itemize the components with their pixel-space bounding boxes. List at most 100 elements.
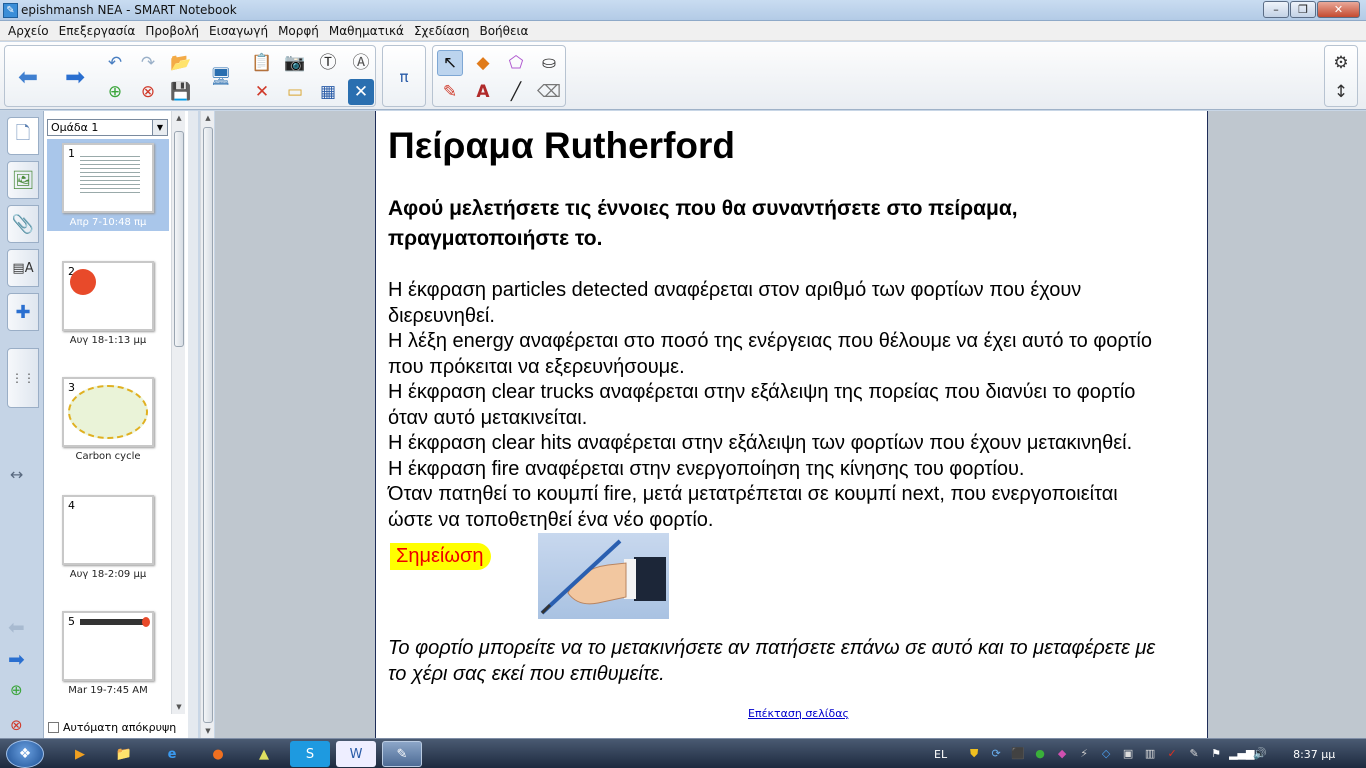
clock[interactable]: 8:37 μμ: [1293, 748, 1335, 761]
page-subtitle[interactable]: Αφού μελετήσετε τις έννοιες που θα συναν…: [388, 194, 1188, 254]
text-icon[interactable]: A: [470, 79, 496, 105]
device-icon[interactable]: ▥: [1141, 746, 1159, 762]
screen-shade-icon[interactable]: ▭: [282, 79, 308, 105]
shapes-icon[interactable]: ◆: [470, 50, 496, 76]
network-signal-icon[interactable]: ▂▄▆: [1229, 746, 1254, 762]
undo-icon[interactable]: ↶: [102, 50, 128, 76]
explorer-icon[interactable]: 📁: [104, 741, 144, 767]
pdf-icon[interactable]: ⬛: [1009, 746, 1027, 762]
page-body-text[interactable]: Η έκφραση particles detected αναφέρεται …: [388, 278, 1152, 533]
page-thumbnail-5[interactable]: 5 Mar 19-7:45 AM: [47, 607, 169, 699]
usb-icon[interactable]: ⚡: [1075, 746, 1093, 762]
page-italic-text[interactable]: Το φορτίο μπορείτε να το μετακινήσετε αν…: [388, 635, 1155, 687]
scrollbar-thumb[interactable]: [174, 131, 184, 347]
menu-file[interactable]: Αρχείο: [3, 24, 54, 38]
resize-sidebar-icon[interactable]: ↔: [10, 465, 23, 484]
paste-icon[interactable]: 📋: [249, 50, 275, 76]
page-title[interactable]: Πείραμα Rutherford: [388, 125, 735, 167]
menu-help[interactable]: Βοήθεια: [474, 24, 533, 38]
screen-display-icon[interactable]: 🖥: [208, 64, 234, 90]
math-pi-icon[interactable]: π: [391, 64, 417, 90]
security-icon[interactable]: ⛊: [965, 746, 983, 762]
scroll-down-icon[interactable]: ▼: [201, 724, 215, 738]
delete-icon[interactable]: ✕: [249, 79, 275, 105]
open-folder-icon[interactable]: 📂: [168, 50, 194, 76]
eraser-tool-icon[interactable]: ⌫: [536, 79, 562, 105]
clipboard-icon[interactable]: ▣: [1119, 746, 1137, 762]
pen-tray-icon[interactable]: ✎: [1185, 746, 1203, 762]
pens-icon[interactable]: ✎: [437, 79, 463, 105]
internet-explorer-icon[interactable]: e: [152, 741, 192, 767]
line-icon[interactable]: ╱: [503, 79, 529, 105]
word-icon[interactable]: W: [336, 741, 376, 767]
select-pointer-icon[interactable]: ↖: [437, 50, 463, 76]
menu-insert[interactable]: Εισαγωγή: [204, 24, 273, 38]
scroll-up-icon[interactable]: ▲: [172, 111, 186, 125]
extend-page-link[interactable]: Επέκταση σελίδας: [748, 707, 849, 720]
maximize-button[interactable]: ❐: [1290, 1, 1316, 18]
spellcheck-icon[interactable]: Ⓐ: [348, 50, 374, 76]
scroll-down-icon[interactable]: ▼: [172, 700, 186, 714]
media-player-icon[interactable]: ▶: [60, 741, 100, 767]
sidebar-add-page-icon[interactable]: ⊕: [10, 681, 23, 699]
page-sorter-tab[interactable]: 🗋: [7, 117, 39, 155]
scrollbar-thumb[interactable]: [203, 127, 213, 723]
previous-page-icon[interactable]: ⬅: [8, 615, 25, 639]
minimize-button[interactable]: –: [1263, 1, 1289, 18]
next-page-icon[interactable]: ➡: [8, 647, 25, 671]
close-button[interactable]: ✕: [1317, 1, 1360, 18]
screen-capture-icon[interactable]: 📷: [282, 50, 308, 76]
firefox-icon[interactable]: ●: [198, 741, 238, 767]
sorter-scrollbar[interactable]: ▲ ▼: [171, 111, 185, 714]
forward-arrow-icon[interactable]: ➡: [60, 64, 90, 90]
move-toolbar-icon[interactable]: ↕: [1328, 79, 1354, 105]
app-tray-icon[interactable]: ◆: [1053, 746, 1071, 762]
back-arrow-icon[interactable]: ⬅: [13, 64, 43, 90]
sidebar-handle-icon[interactable]: ⋮⋮: [7, 348, 39, 408]
notebook-page[interactable]: Πείραμα Rutherford Αφού μελετήσετε τις έ…: [375, 111, 1208, 738]
menu-draw[interactable]: Σχεδίαση: [409, 24, 475, 38]
redo-icon[interactable]: ↷: [135, 50, 161, 76]
save-icon[interactable]: 💾: [168, 79, 194, 105]
alert-icon[interactable]: ✓: [1163, 746, 1181, 762]
skype-icon[interactable]: S: [290, 741, 330, 767]
text-insert-icon[interactable]: Ⓣ: [315, 50, 341, 76]
page-thumbnail-3[interactable]: 3 Carbon cycle: [47, 373, 169, 465]
page-thumbnail-4[interactable]: 4 Αυγ 18-2:09 μμ: [47, 491, 169, 583]
autohide-checkbox[interactable]: [48, 722, 59, 733]
addons-tab[interactable]: ✚: [7, 293, 39, 331]
smart-notebook-taskbar-icon[interactable]: ✎: [382, 741, 422, 767]
page-thumbnail-1[interactable]: 1 Απρ 7-10:48 πμ: [47, 139, 169, 231]
menu-view[interactable]: Προβολή: [140, 24, 204, 38]
scroll-up-icon[interactable]: ▲: [201, 111, 215, 125]
sidebar-delete-page-icon[interactable]: ⊗: [10, 716, 23, 734]
attachments-tab[interactable]: 📎: [7, 205, 39, 243]
group-select[interactable]: Ομάδα 1 ▼: [47, 119, 168, 136]
properties-tab[interactable]: ▤A: [7, 249, 39, 287]
add-page-icon[interactable]: ⊕: [102, 79, 128, 105]
update-icon[interactable]: ●: [1031, 746, 1049, 762]
start-button[interactable]: ❖: [6, 740, 44, 768]
fill-icon[interactable]: ⛀: [536, 50, 562, 76]
volume-icon[interactable]: 🔊: [1251, 746, 1269, 762]
table-icon[interactable]: ▦: [315, 79, 341, 105]
panel-splitter[interactable]: [188, 111, 198, 738]
menu-edit[interactable]: Επεξεργασία: [54, 24, 141, 38]
menu-format[interactable]: Μορφή: [273, 24, 324, 38]
hand-writing-image[interactable]: [538, 533, 669, 619]
sync-icon[interactable]: ⟳: [987, 746, 1005, 762]
language-indicator[interactable]: EL: [934, 748, 947, 761]
gear-icon[interactable]: ⚙: [1328, 50, 1354, 76]
page-thumbnail-2[interactable]: 2 Αυγ 18-1:13 μμ: [47, 257, 169, 349]
dropbox-icon[interactable]: ◇: [1097, 746, 1115, 762]
eraser-icon[interactable]: ⬠: [503, 50, 529, 76]
action-center-flag-icon[interactable]: ⚑: [1207, 746, 1225, 762]
note-highlight[interactable]: Σημείωση: [390, 543, 492, 570]
menu-math[interactable]: Μαθηματικά: [324, 24, 409, 38]
app-icon[interactable]: ▲: [244, 741, 284, 767]
gallery-tab[interactable]: 🖼: [7, 161, 39, 199]
close-box-icon[interactable]: ✕: [348, 79, 374, 105]
delete-page-icon[interactable]: ⊗: [135, 79, 161, 105]
chevron-down-icon[interactable]: ▼: [152, 120, 167, 135]
page-scrollbar[interactable]: ▲ ▼: [200, 111, 214, 738]
